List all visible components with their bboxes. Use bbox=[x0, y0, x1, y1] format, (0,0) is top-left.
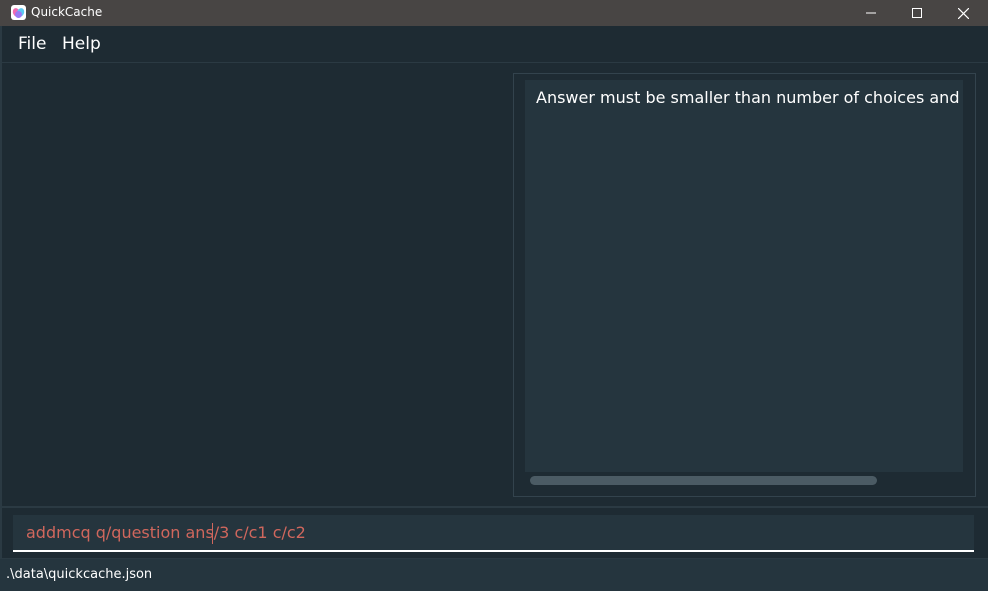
close-button[interactable] bbox=[940, 0, 986, 26]
maximize-icon bbox=[912, 8, 922, 18]
menu-file[interactable]: File bbox=[18, 34, 46, 54]
menu-help[interactable]: Help bbox=[62, 34, 101, 54]
command-input-text: addmcq q/question ans/3 c/c1 c/c2 bbox=[26, 523, 306, 542]
flashcard-list-panel[interactable] bbox=[3, 64, 508, 504]
minimize-icon bbox=[866, 12, 876, 14]
quickcache-logo-icon bbox=[11, 5, 26, 20]
command-input[interactable]: addmcq q/question ans/3 c/c1 c/c2 bbox=[13, 515, 974, 552]
title-bar: QuickCache bbox=[0, 0, 988, 26]
result-display[interactable]: Answer must be smaller than number of ch… bbox=[525, 80, 963, 472]
maximize-button[interactable] bbox=[894, 0, 940, 26]
close-icon bbox=[957, 7, 969, 19]
result-scrollbar-thumb[interactable] bbox=[530, 476, 877, 485]
text-caret bbox=[212, 523, 213, 544]
command-divider bbox=[0, 506, 988, 508]
window-title: QuickCache bbox=[31, 5, 103, 19]
status-save-path: .\data\quickcache.json bbox=[6, 567, 153, 582]
result-message: Answer must be smaller than number of ch… bbox=[536, 88, 963, 107]
minimize-button[interactable] bbox=[848, 0, 894, 26]
status-bar: .\data\quickcache.json bbox=[0, 558, 988, 591]
menu-bar: File Help bbox=[0, 26, 988, 63]
